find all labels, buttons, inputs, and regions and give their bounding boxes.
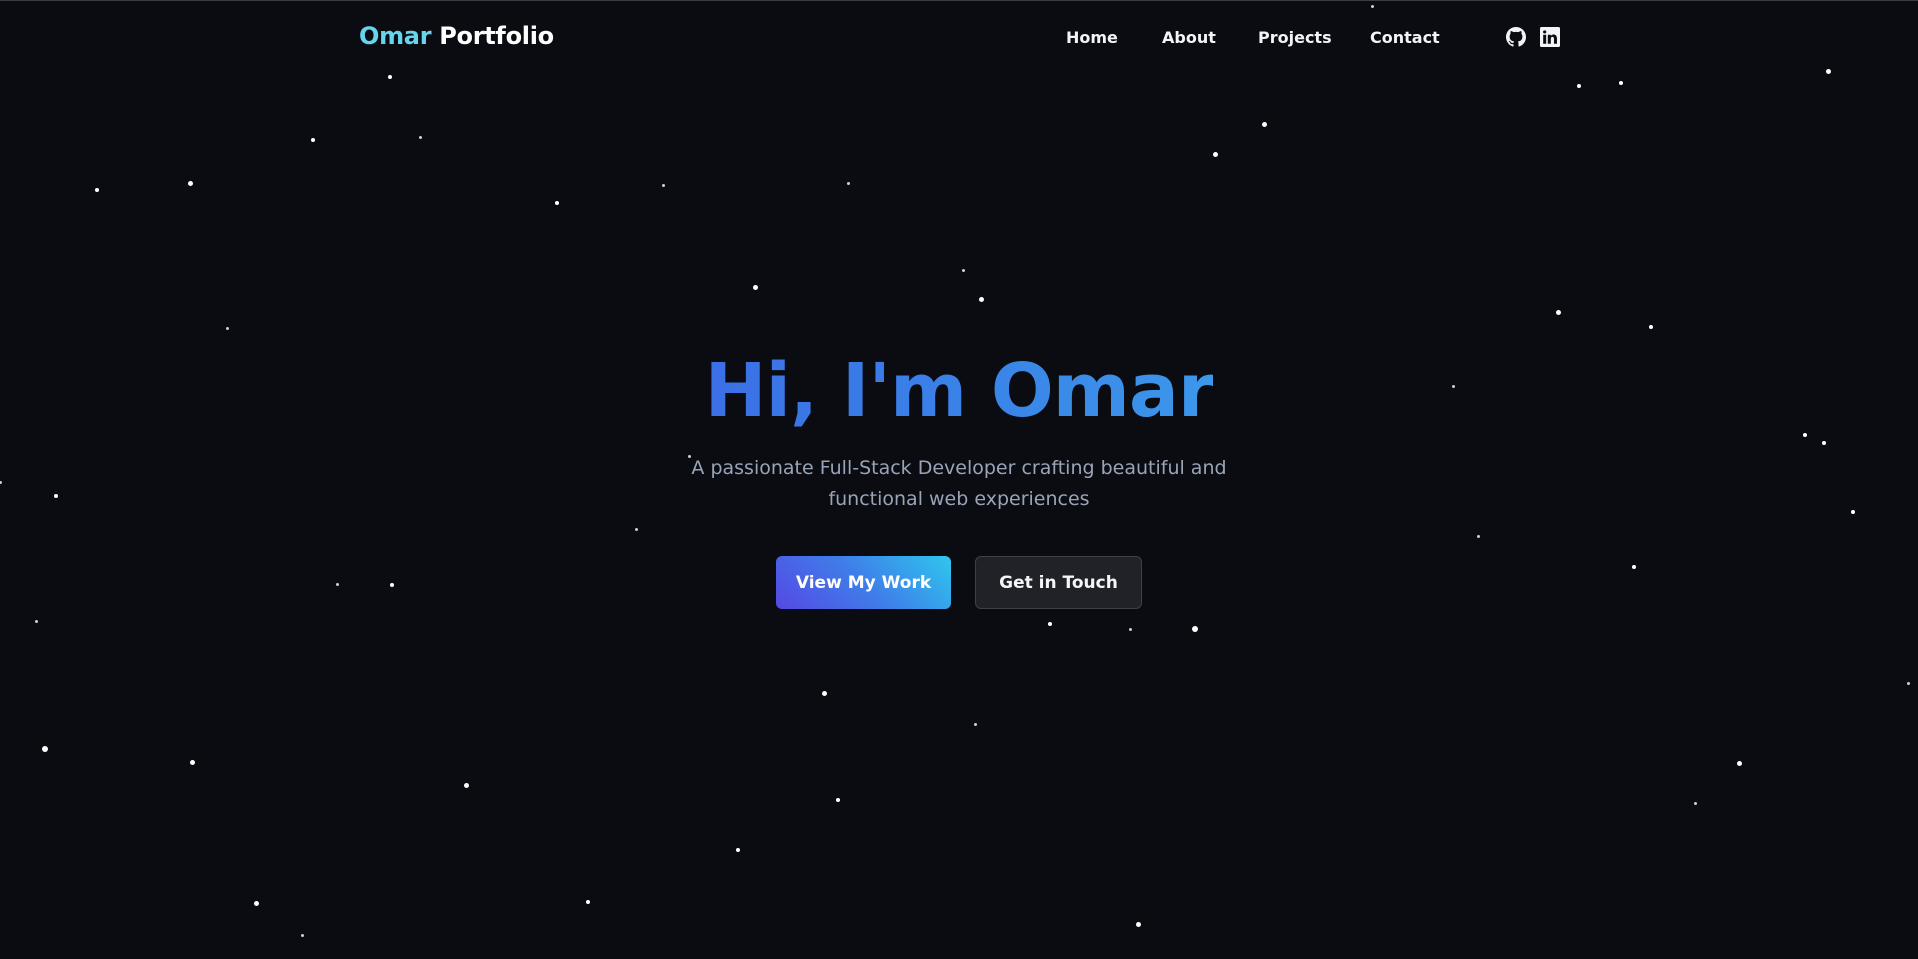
view-my-work-button[interactable]: View My Work [776, 556, 951, 609]
nav-link-home[interactable]: Home [1066, 28, 1118, 47]
star-dot [1135, 921, 1141, 927]
star-dot [1212, 151, 1218, 157]
star-dot [1261, 121, 1267, 127]
star-dot [1619, 81, 1623, 85]
star-dot [463, 782, 469, 788]
nav-link-contact[interactable]: Contact [1370, 28, 1440, 47]
star-dot [1555, 309, 1561, 315]
star-dot [418, 135, 422, 139]
star-dot [736, 848, 740, 852]
portfolio-page: Omar Portfolio Home About Projects Contac… [0, 0, 1918, 959]
star-dot [978, 296, 984, 302]
navbar: Omar Portfolio Home About Projects Contac… [0, 1, 1918, 75]
hero-title: Hi, I'm Omar [0, 346, 1918, 436]
star-dot [821, 690, 827, 696]
star-dot [973, 722, 977, 726]
star-dot [1192, 626, 1198, 632]
star-dot [187, 180, 193, 186]
star-dot [95, 188, 99, 192]
star-dot [311, 138, 315, 142]
star-dot [1577, 84, 1581, 88]
star-dot [1649, 325, 1653, 329]
github-icon[interactable] [1506, 27, 1526, 47]
star-dot [54, 494, 58, 498]
nav-link-about[interactable]: About [1162, 28, 1216, 47]
star-dot [1632, 565, 1636, 569]
star-dot [388, 75, 392, 79]
hero-title-text: Hi, I'm Omar [704, 348, 1215, 434]
star-dot [34, 619, 38, 623]
star-dot [1851, 510, 1855, 514]
star-dot [189, 759, 195, 765]
logo-first-name: Omar [359, 22, 432, 50]
star-dot [42, 746, 48, 752]
star-dot [390, 583, 394, 587]
star-dot [253, 900, 259, 906]
star-dot [1822, 441, 1826, 445]
site-logo[interactable]: Omar Portfolio [359, 22, 554, 50]
star-dot [586, 900, 590, 904]
star-dot [846, 181, 850, 185]
star-dot [1048, 622, 1052, 626]
star-dot [0, 480, 2, 484]
star-dot [1736, 760, 1742, 766]
star-dot [661, 183, 665, 187]
star-dot [752, 284, 758, 290]
star-dot [555, 201, 559, 205]
star-dot [1693, 801, 1697, 805]
star-dot [1476, 534, 1480, 538]
star-dot [634, 527, 638, 531]
star-dot [300, 933, 304, 937]
social-links [1506, 27, 1560, 47]
nav-link-projects[interactable]: Projects [1258, 28, 1332, 47]
hero-subtitle: A passionate Full-Stack Developer crafti… [691, 457, 1227, 510]
star-dot [961, 268, 965, 272]
linkedin-icon[interactable] [1540, 27, 1560, 47]
star-dot [1906, 681, 1910, 685]
star-dot [1128, 627, 1132, 631]
star-dot [335, 582, 339, 586]
star-dot [836, 798, 840, 802]
get-in-touch-button[interactable]: Get in Touch [975, 556, 1142, 609]
logo-portfolio-word: Portfolio [439, 22, 554, 50]
star-dot [225, 326, 229, 330]
